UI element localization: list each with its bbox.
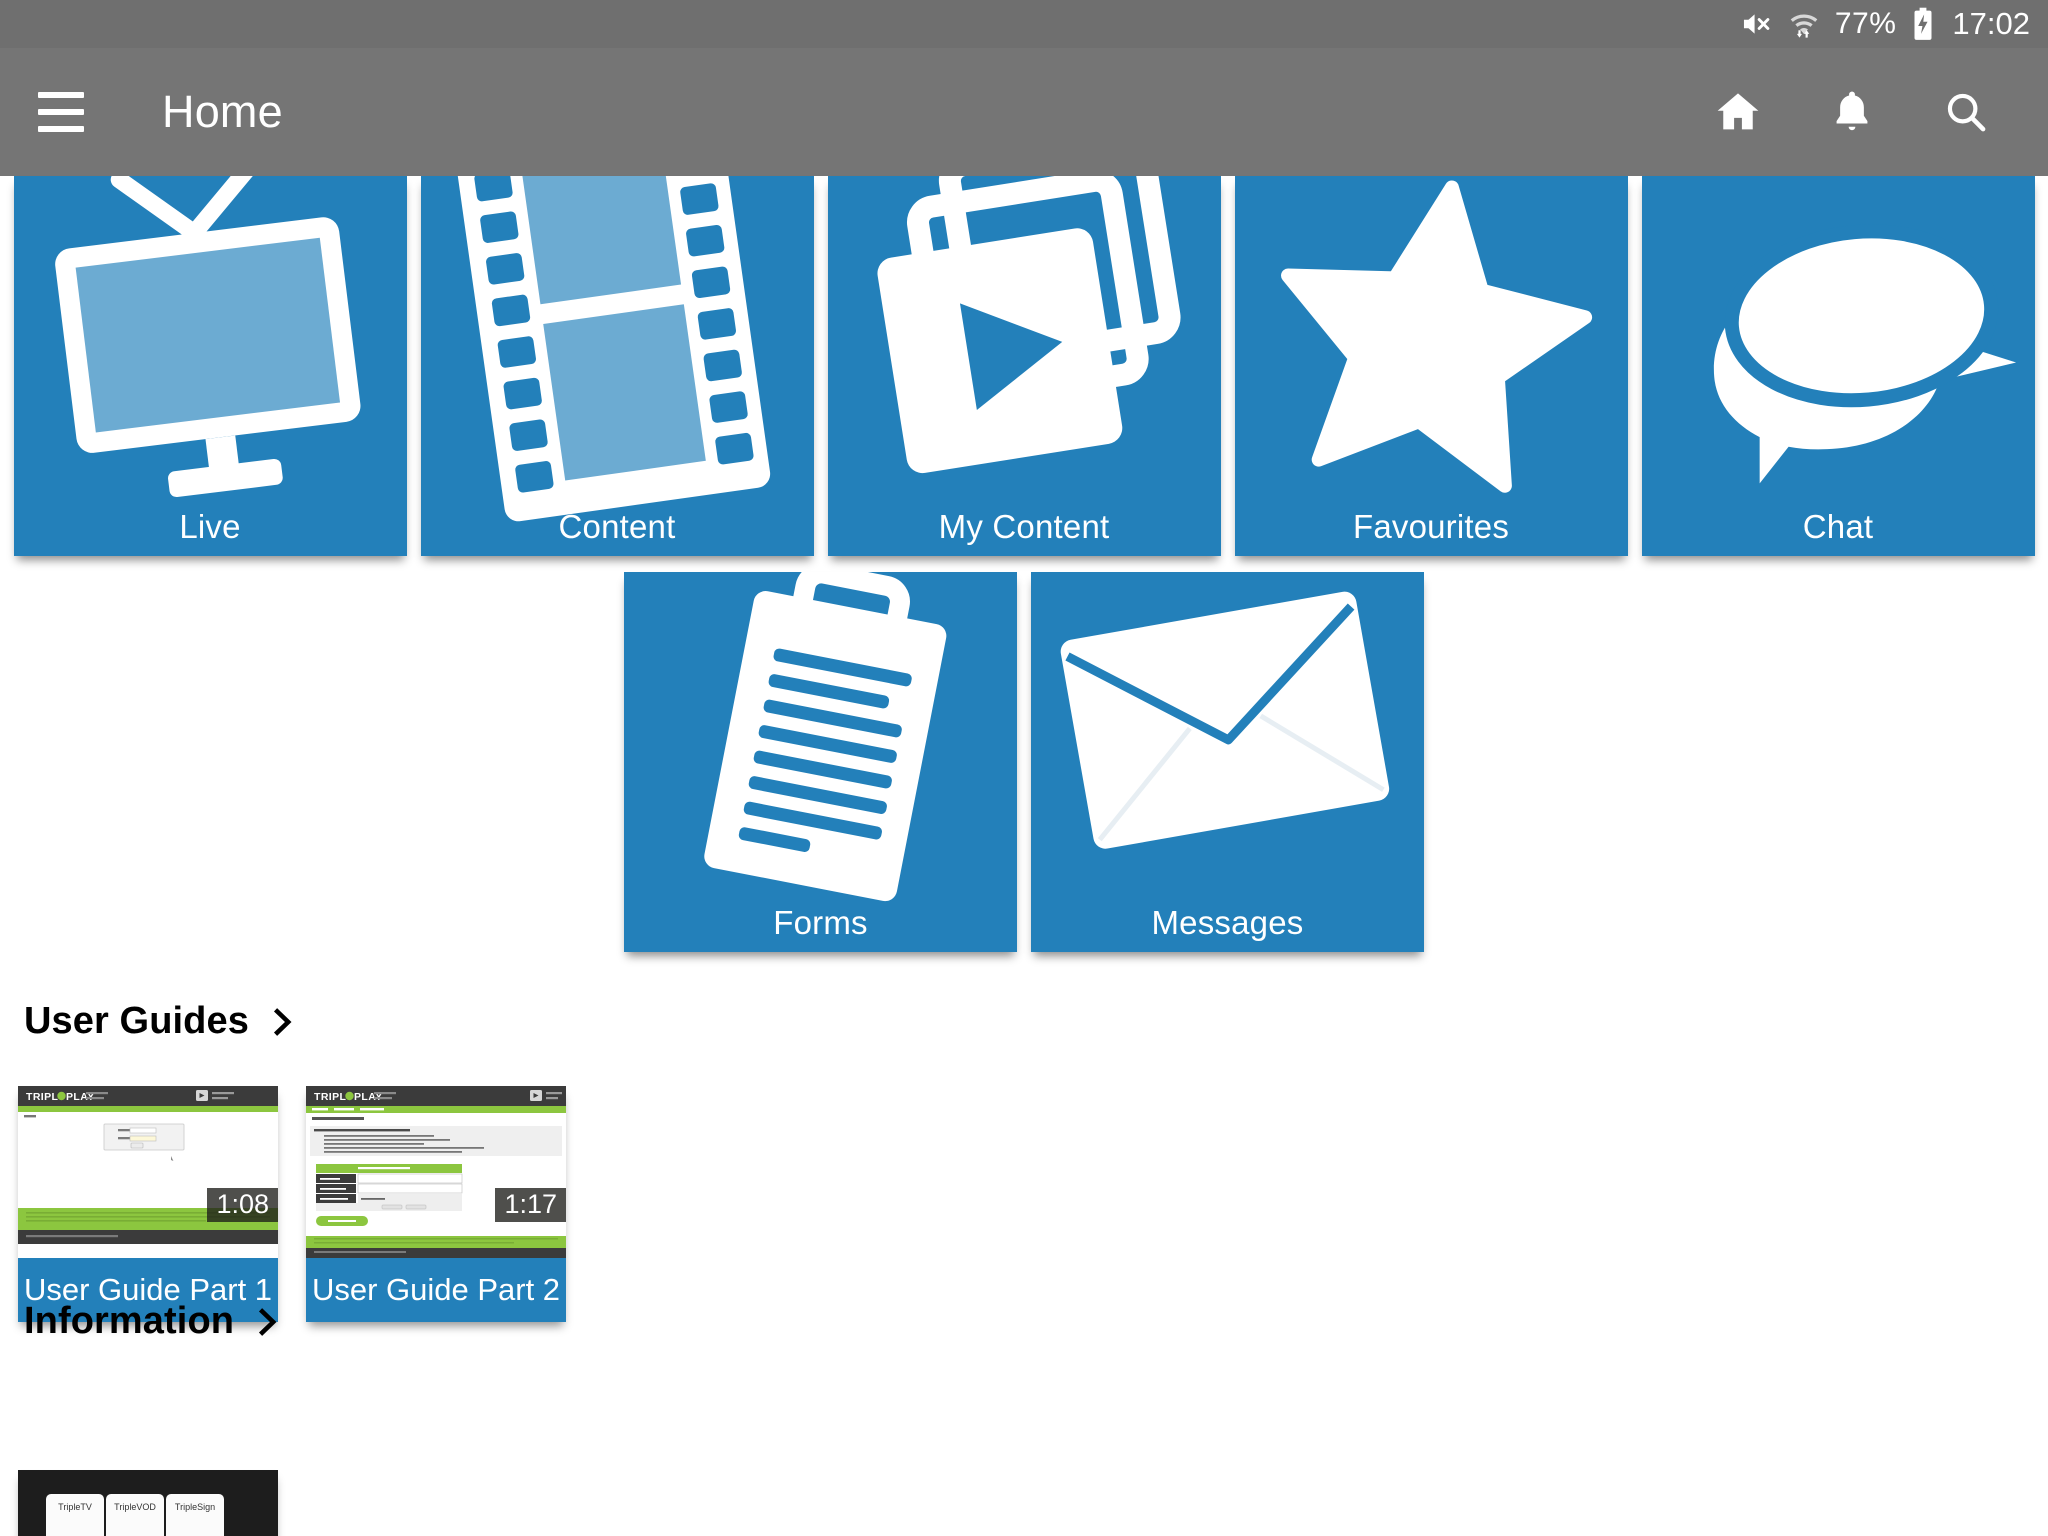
envelope-icon xyxy=(1031,572,1424,952)
user-guides-card-list: TRIPL PLAY 1:08 User Guide Part 1 TRIPL … xyxy=(18,1086,566,1322)
app-bar-actions xyxy=(1712,86,1992,138)
video-duration-badge: 1:17 xyxy=(495,1187,566,1222)
information-card-list: TripleTV TripleVOD TripleSign xyxy=(18,1470,278,1536)
tile-label: Live xyxy=(179,508,241,545)
search-icon[interactable] xyxy=(1940,86,1992,138)
speech-bubbles-icon xyxy=(1642,176,2035,556)
home-icon[interactable] xyxy=(1712,86,1764,138)
video-card[interactable]: TRIPL PLAY xyxy=(306,1086,566,1322)
tile-forms[interactable]: Forms xyxy=(624,572,1017,952)
tile-messages[interactable]: Messages xyxy=(1031,572,1424,952)
tile-my-content[interactable]: My Content xyxy=(827,176,1221,556)
star-icon xyxy=(1235,176,1628,556)
tile-row-primary: Live Content My Content Favourites Chat xyxy=(0,176,2048,556)
information-thumbnail: TripleTV TripleVOD TripleSign xyxy=(18,1470,278,1536)
battery-percent-label: 77% xyxy=(1834,7,1897,40)
page-title: Home xyxy=(162,86,283,137)
status-clock: 17:02 xyxy=(1952,6,2030,41)
tile-live[interactable]: Live xyxy=(13,176,407,556)
film-strip-icon xyxy=(421,176,814,556)
wifi-icon xyxy=(1787,7,1821,41)
tile-favourites[interactable]: Favourites xyxy=(1234,176,1628,556)
tile-label: Content xyxy=(558,508,676,545)
information-button-label-0: TripleTV xyxy=(58,1502,92,1512)
tile-row-secondary: Forms Messages xyxy=(0,572,2048,952)
status-bar: 77% 17:02 xyxy=(0,0,2048,48)
volume-mute-icon xyxy=(1739,7,1773,41)
tile-label: Favourites xyxy=(1352,508,1510,545)
video-duration-badge: 1:08 xyxy=(207,1187,278,1222)
tile-label: My Content xyxy=(938,508,1110,545)
tile-grid: Live Content My Content Favourites Chat … xyxy=(0,176,2048,952)
tile-chat[interactable]: Chat xyxy=(1641,176,2035,556)
hamburger-menu-icon[interactable] xyxy=(38,92,134,132)
section-header-information[interactable]: Information xyxy=(24,1300,284,1343)
video-thumbnail: TRIPL PLAY xyxy=(18,1086,278,1258)
tile-label: Chat xyxy=(1802,508,1874,545)
television-icon xyxy=(14,176,407,556)
app-bar: Home xyxy=(0,48,2048,176)
section-title: Information xyxy=(24,1300,235,1342)
video-thumbnail: TRIPL PLAY xyxy=(306,1086,566,1258)
video-card[interactable]: TRIPL PLAY xyxy=(18,1086,278,1322)
information-button-label-2: TripleSign xyxy=(175,1502,215,1512)
section-title: User Guides xyxy=(24,1000,249,1042)
battery-charging-icon xyxy=(1910,7,1936,41)
notifications-bell-icon[interactable] xyxy=(1826,86,1878,138)
svg-text:TRIPL: TRIPL xyxy=(314,1091,347,1103)
section-header-user-guides[interactable]: User Guides xyxy=(24,1000,299,1043)
information-button-label-1: TripleVOD xyxy=(114,1502,156,1512)
video-title: User Guide Part 2 xyxy=(306,1258,566,1322)
svg-text:TRIPL: TRIPL xyxy=(26,1091,59,1103)
tile-content[interactable]: Content xyxy=(420,176,814,556)
information-card[interactable]: TripleTV TripleVOD TripleSign xyxy=(18,1470,278,1536)
chevron-right-icon[interactable] xyxy=(250,1301,284,1343)
chevron-right-icon[interactable] xyxy=(265,1001,299,1043)
tile-label: Forms xyxy=(773,904,868,941)
clipboard-icon xyxy=(624,572,1017,952)
tile-label: Messages xyxy=(1151,904,1304,941)
media-stack-play-icon xyxy=(828,176,1221,556)
